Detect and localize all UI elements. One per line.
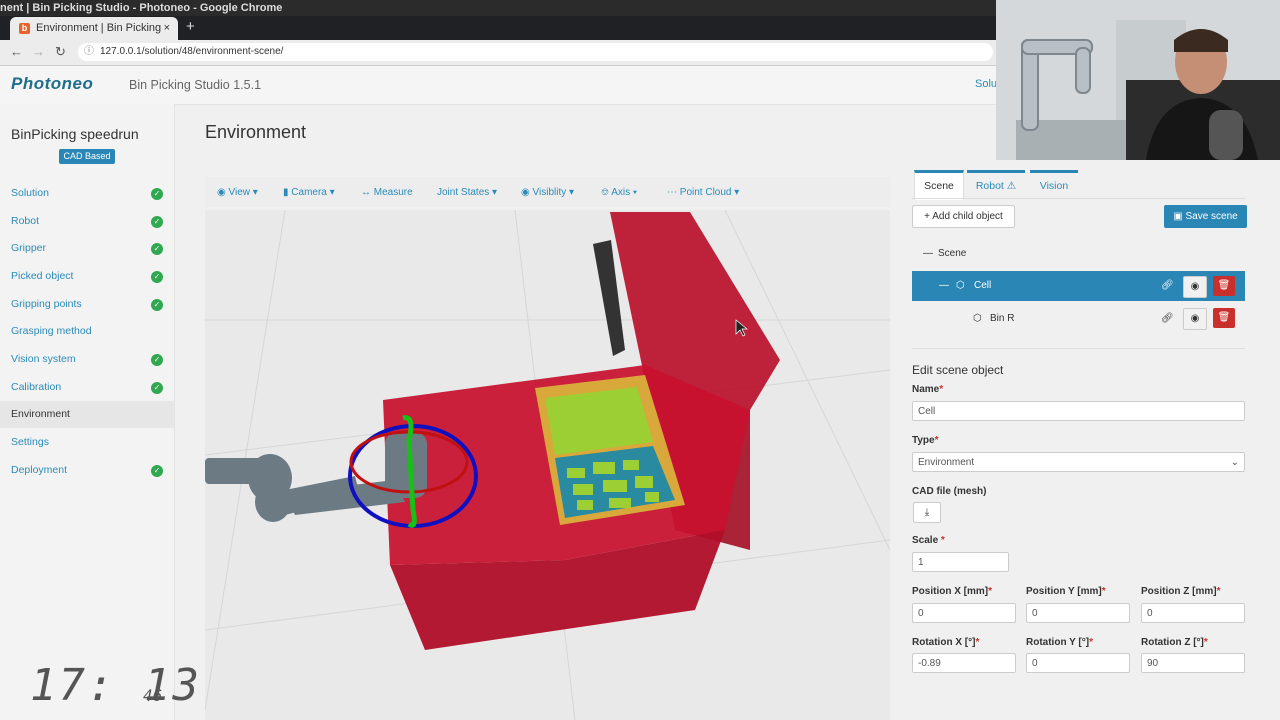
sidebar-item-calibration[interactable]: Calibration ✓ (0, 374, 174, 401)
tab-close-icon[interactable]: × (164, 17, 170, 40)
divider (912, 348, 1245, 349)
page-title: Environment (205, 122, 307, 142)
position-z-label: Position Z [mm]* (1141, 586, 1221, 597)
save-icon: ▣ (1173, 211, 1183, 222)
sidebar-item-gripper[interactable]: Gripper ✓ (0, 235, 174, 262)
position-y-label: Position Y [mm]* (1026, 586, 1106, 597)
check-icon: ✓ (151, 216, 163, 228)
position-z-input[interactable]: 0 (1141, 603, 1245, 623)
check-icon: ✓ (151, 243, 163, 255)
tab-scene[interactable]: Scene (914, 170, 964, 200)
type-select[interactable]: Environment ⌄ (912, 452, 1245, 472)
overlay-clock: 17: 13 (30, 660, 201, 711)
add-child-object-button[interactable]: + Add child object (912, 205, 1015, 228)
url-text: 127.0.0.1/solution/48/environment-scene/ (100, 46, 284, 57)
sidebar-item-vision-system[interactable]: Vision system ✓ (0, 346, 174, 373)
url-field[interactable]: ⓘ 127.0.0.1/solution/48/environment-scen… (78, 43, 993, 61)
app-title: Bin Picking Studio 1.5.1 (129, 78, 262, 92)
3d-viewport[interactable] (205, 210, 890, 720)
check-icon: ✓ (151, 299, 163, 311)
rotation-y-input[interactable]: 0 (1026, 653, 1130, 673)
point-cloud-menu[interactable]: ⋯ Point Cloud ▾ (667, 187, 739, 198)
sidebar-item-settings[interactable]: Settings (0, 429, 174, 456)
forward-arrow-icon[interactable]: → (32, 44, 45, 59)
tree-collapse-icon[interactable]: — (923, 243, 933, 265)
rotation-x-label: Rotation X [°]* (912, 637, 980, 648)
check-icon: ✓ (151, 382, 163, 394)
dots-icon: ⋯ (667, 187, 677, 198)
delete-trash-icon[interactable]: 🗑︎ (1213, 308, 1235, 328)
visibility-menu[interactable]: ◉ Visiblity ▾ (521, 187, 574, 198)
photoneo-logo[interactable]: Photoneo (11, 74, 93, 94)
scene-render (205, 210, 890, 720)
camera-menu[interactable]: ▮ Camera ▾ (283, 187, 335, 198)
position-x-input[interactable]: 0 (912, 603, 1016, 623)
tab-title: Environment | Bin Picking (36, 22, 162, 34)
view-menu[interactable]: ◉ View ▾ (217, 187, 258, 198)
visibility-eye-icon[interactable]: ◉ (1183, 276, 1207, 298)
edit-scene-object-title: Edit scene object (912, 363, 1004, 377)
tab-divider (912, 198, 1245, 199)
webcam-image (996, 0, 1280, 160)
browser-tab[interactable]: b Environment | Bin Picking × (10, 17, 178, 40)
tab-vision[interactable]: Vision (1030, 170, 1078, 200)
check-icon: ✓ (151, 188, 163, 200)
check-icon: ✓ (151, 465, 163, 477)
chevron-down-icon: ⌄ (1230, 457, 1239, 468)
scale-label: Scale * (912, 535, 945, 546)
sidebar-item-grasping-method[interactable]: Grasping method (0, 318, 174, 345)
webcam-overlay (996, 0, 1280, 160)
check-icon: ✓ (151, 354, 163, 366)
sidebar-item-solution[interactable]: Solution ✓ (0, 180, 174, 207)
sidebar-item-environment[interactable]: Environment (0, 401, 174, 428)
object-icon: ⬡ (956, 280, 965, 291)
name-input[interactable]: Cell (912, 401, 1245, 421)
position-x-label: Position X [mm]* (912, 586, 993, 597)
ruler-icon: ↔ (361, 187, 371, 198)
measure-tool[interactable]: ↔ Measure (361, 187, 413, 198)
tree-collapse-icon[interactable]: — (939, 275, 949, 297)
project-name: BinPicking speedrun (11, 126, 139, 142)
tree-node-cell: Cell (974, 280, 992, 291)
axis-icon: ⎊ (601, 187, 609, 198)
sidebar-item-picked-object[interactable]: Picked object ✓ (0, 263, 174, 290)
sidebar-item-gripping-points[interactable]: Gripping points ✓ (0, 291, 174, 318)
check-icon: ✓ (151, 271, 163, 283)
position-y-input[interactable]: 0 (1026, 603, 1130, 623)
overlay-clock-seconds: 46 (143, 686, 163, 705)
scale-input[interactable]: 1 (912, 552, 1009, 572)
sidebar-item-deployment[interactable]: Deployment ✓ (0, 457, 174, 484)
name-label: Name* (912, 384, 944, 395)
tree-node-cell-row[interactable]: — ⬡ Cell 🔗︎ ◉ 🗑︎ (912, 271, 1245, 301)
cad-file-label: CAD file (mesh) (912, 486, 987, 497)
visibility-eye-icon[interactable]: ◉ (1183, 308, 1207, 330)
rotation-y-label: Rotation Y [°]* (1026, 637, 1093, 648)
eye-icon: ◉ (217, 187, 226, 198)
rotation-z-label: Rotation Z [°]* (1141, 637, 1208, 648)
tree-node-bin-r[interactable]: Bin R (990, 308, 1014, 330)
sidebar-item-robot[interactable]: Robot ✓ (0, 208, 174, 235)
type-label: Type* (912, 435, 939, 446)
info-icon[interactable]: ⓘ (84, 43, 94, 61)
camera-icon: ▮ (283, 187, 289, 198)
axis-menu[interactable]: ⎊ Axis ▾ (601, 187, 637, 198)
unlink-icon[interactable]: 🔗︎ (1161, 308, 1174, 330)
new-tab-button[interactable]: + (186, 18, 195, 35)
tab-robot[interactable]: Robot ⚠ (967, 170, 1025, 200)
reload-icon[interactable]: ↻ (55, 44, 66, 60)
rotation-x-input[interactable]: -0.89 (912, 653, 1016, 673)
photoneo-favicon-icon: b (19, 23, 30, 34)
save-scene-button[interactable]: ▣ Save scene (1164, 205, 1247, 228)
link-icon[interactable]: 🔗︎ (1161, 275, 1174, 297)
joint-states-menu[interactable]: Joint States ▾ (437, 187, 497, 198)
object-icon: ⬡ (973, 313, 982, 324)
cad-based-badge: CAD Based (59, 149, 115, 164)
back-arrow-icon[interactable]: ← (10, 44, 23, 59)
window-title: nent | Bin Picking Studio - Photoneo - G… (0, 2, 283, 14)
download-icon[interactable]: ⤓ (913, 502, 941, 523)
eye-icon: ◉ (521, 187, 530, 198)
tree-node-scene[interactable]: Scene (938, 243, 966, 265)
rotation-z-input[interactable]: 90 (1141, 653, 1245, 673)
delete-trash-icon[interactable]: 🗑︎ (1213, 276, 1235, 296)
